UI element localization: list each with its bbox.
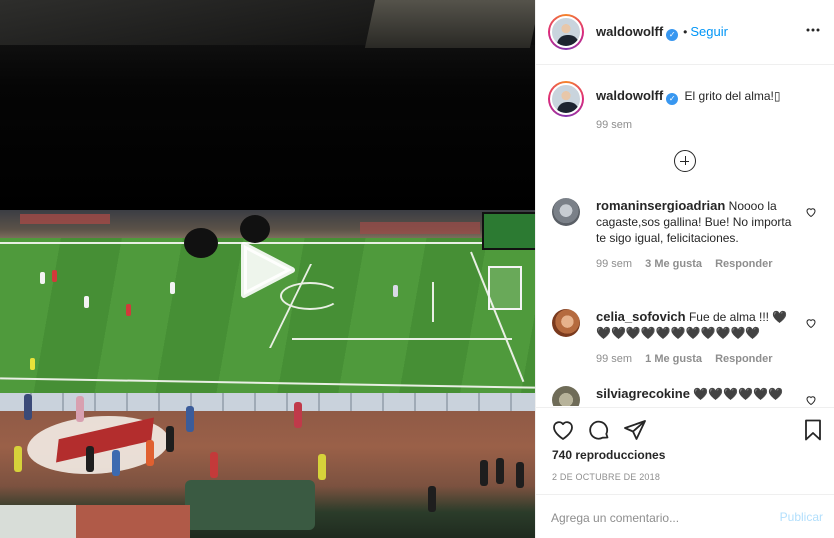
reply-button[interactable]: Responder [715, 353, 772, 365]
caption-username[interactable]: waldowolff [596, 88, 663, 103]
player [126, 304, 131, 316]
comment-likes[interactable]: 1 Me gusta [645, 353, 702, 365]
verified-badge-icon: ✓ [666, 93, 679, 105]
caption-meta: 99 sem [596, 117, 801, 133]
comment-meta: 99 sem 3 Me gusta Responder [596, 256, 801, 272]
caption-avatar[interactable] [548, 81, 584, 117]
person [496, 458, 504, 484]
video-frame-tent [185, 480, 315, 530]
post-actions: 740 reproducciones 2 DE OCTUBRE DE 2018 [536, 407, 834, 500]
avatar-image [550, 16, 582, 48]
comment-text: 🖤🖤🖤🖤🖤🖤 [693, 387, 783, 401]
player [40, 272, 45, 284]
like-heart-icon[interactable] [551, 418, 575, 442]
pitch-line [432, 282, 434, 322]
video-frame-banner-right [360, 222, 480, 234]
comment-username[interactable]: celia_sofovich [596, 309, 686, 324]
avatar[interactable] [548, 14, 584, 50]
comment-body: romaninsergioadrian Noooo la cagaste,sos… [596, 198, 801, 272]
caption-text: El grito del alma!▯ [684, 89, 781, 103]
add-comment-bar: Publicar [536, 494, 834, 538]
person [14, 446, 22, 472]
video-frame-camera-blob [184, 228, 218, 258]
comment-username[interactable]: silviagrecokine [596, 386, 690, 401]
person [428, 486, 436, 512]
video-frame-banner-left [20, 214, 110, 224]
comment-meta: 99 sem 1 Me gusta Responder [596, 351, 801, 367]
person [318, 454, 326, 480]
person [146, 440, 154, 466]
post-date[interactable]: 2 DE OCTUBRE DE 2018 [552, 472, 660, 482]
like-comment-heart-icon[interactable] [805, 206, 817, 218]
publish-button[interactable]: Publicar [780, 510, 823, 524]
play-icon[interactable] [240, 241, 296, 299]
player [84, 296, 89, 308]
person [112, 450, 120, 476]
video-frame-camera-blob [240, 215, 270, 243]
comment-username[interactable]: romaninsergioadrian [596, 198, 725, 213]
video-frame-screen [482, 212, 535, 250]
player [52, 270, 57, 282]
plus-circle-icon[interactable] [674, 150, 696, 172]
caption-time[interactable]: 99 sem [596, 119, 632, 131]
video-player[interactable] [0, 0, 535, 538]
comment-avatar[interactable] [552, 198, 580, 226]
player [393, 285, 398, 297]
person [516, 462, 524, 488]
person [294, 402, 302, 428]
like-comment-heart-icon[interactable] [805, 317, 817, 329]
reply-button[interactable]: Responder [715, 258, 772, 270]
avatar-image [550, 83, 582, 115]
player [170, 282, 175, 294]
header-separator: • [683, 25, 688, 39]
video-frame-roof-bottom [0, 505, 190, 538]
header-user-line: waldowolff ✓ • Seguir [596, 24, 728, 41]
person [480, 460, 488, 486]
pitch-line [292, 338, 512, 340]
person [210, 452, 218, 478]
like-comment-heart-icon[interactable] [805, 394, 817, 406]
header-username[interactable]: waldowolff [596, 24, 663, 39]
person [24, 394, 32, 420]
verified-badge-icon: ✓ [666, 29, 679, 41]
caption-text-block: waldowolff ✓ El grito del alma!▯ 99 sem [596, 88, 801, 133]
comment-likes[interactable]: 3 Me gusta [645, 258, 702, 270]
follow-button[interactable]: Seguir [690, 24, 728, 39]
video-frame-beam-right [364, 0, 535, 48]
person [186, 406, 194, 432]
comments-list[interactable]: waldowolff ✓ El grito del alma!▯ 99 sem r… [536, 66, 834, 406]
person [76, 396, 84, 422]
post-header: waldowolff ✓ • Seguir [536, 0, 834, 65]
bookmark-icon[interactable] [801, 418, 825, 442]
comment-avatar[interactable] [552, 309, 580, 337]
share-send-icon[interactable] [623, 418, 647, 442]
person [166, 426, 174, 452]
comment-body: celia_sofovich Fue de alma !!! 🖤🖤🖤🖤🖤🖤🖤🖤🖤… [596, 309, 801, 367]
more-options-icon[interactable] [803, 24, 823, 38]
goal [488, 266, 522, 310]
person [86, 446, 94, 472]
views-count[interactable]: 740 reproducciones [552, 448, 665, 462]
instagram-post: waldowolff ✓ • Seguir waldowolff ✓ El grito … [0, 0, 834, 538]
comment-bubble-icon[interactable] [587, 418, 611, 442]
comment-time[interactable]: 99 sem [596, 353, 632, 365]
post-side-panel: waldowolff ✓ • Seguir waldowolff ✓ El grito … [535, 0, 834, 538]
comment-input[interactable] [551, 509, 761, 527]
comment-body: silviagrecokine 🖤🖤🖤🖤🖤🖤 [596, 386, 801, 402]
comment-avatar[interactable] [552, 386, 580, 406]
player [30, 358, 35, 370]
comment-time[interactable]: 99 sem [596, 258, 632, 270]
